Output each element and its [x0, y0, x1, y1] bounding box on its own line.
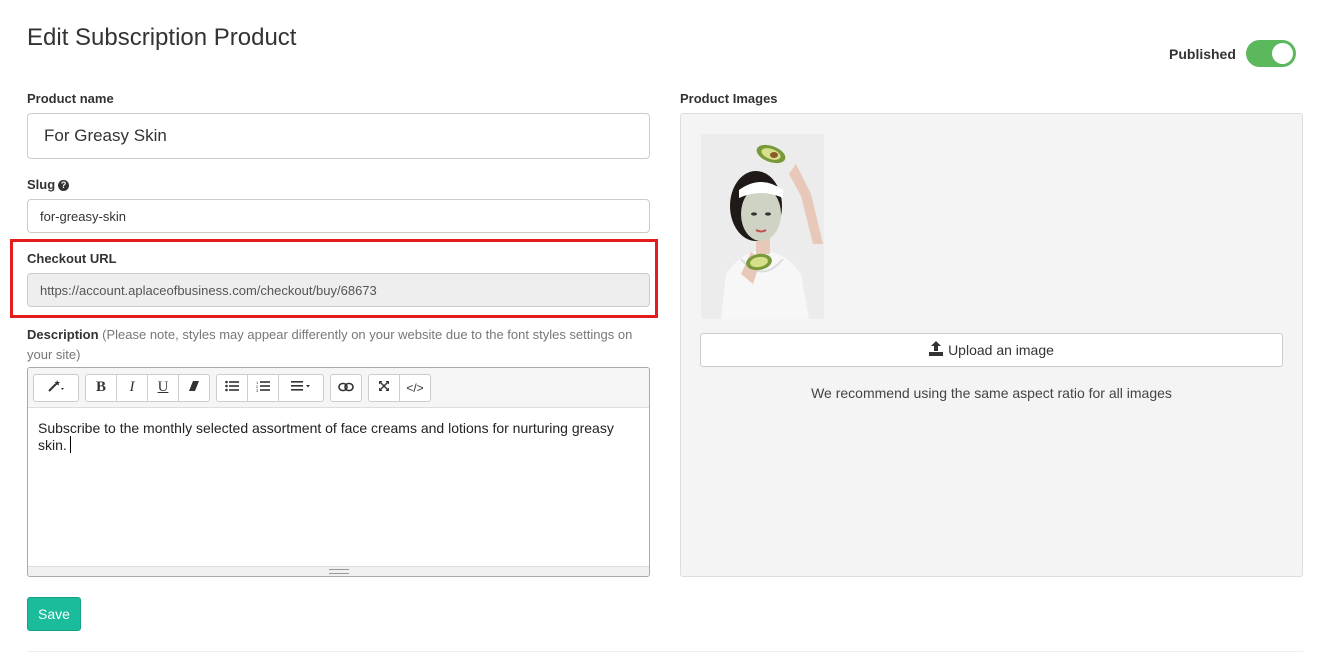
description-hint: (Please note, styles may appear differen… [27, 327, 633, 362]
published-toggle[interactable] [1245, 40, 1296, 67]
description-label: Description (Please note, styles may app… [27, 325, 650, 365]
page-title: Edit Subscription Product [27, 24, 297, 51]
description-text: Subscribe to the monthly selected assort… [38, 420, 614, 453]
product-images-label: Product Images [680, 91, 778, 106]
product-name-input[interactable]: For Greasy Skin [27, 113, 650, 159]
code-view-button[interactable]: </> [399, 373, 431, 402]
svg-text:3: 3 [256, 388, 259, 392]
text-caret [69, 436, 71, 453]
description-label-text: Description [27, 327, 99, 342]
link-button[interactable] [330, 373, 362, 402]
slug-label: Slug? [27, 177, 70, 192]
resize-grip-icon [328, 569, 349, 574]
clear-format-button[interactable] [178, 373, 210, 402]
fullscreen-button[interactable] [368, 373, 400, 402]
publish-status: Published [1169, 40, 1296, 67]
toggle-knob [1271, 43, 1293, 64]
product-image-thumbnail[interactable] [701, 134, 824, 319]
unordered-list-icon [225, 380, 239, 395]
editor-resize-handle[interactable] [28, 566, 649, 576]
align-button[interactable] [278, 373, 324, 402]
eraser-icon [188, 380, 200, 395]
upload-image-label: Upload an image [948, 342, 1054, 358]
style-button[interactable] [33, 373, 79, 402]
upload-icon [929, 341, 944, 359]
divider [27, 651, 1303, 652]
ordered-list-button[interactable]: 123 [247, 373, 279, 402]
checkout-url-value: https://account.aplaceofbusiness.com/che… [40, 282, 377, 298]
magic-wand-icon [47, 379, 65, 396]
description-editor: B I U 123 </> Subscribe to the monthly s… [27, 367, 650, 577]
question-circle-icon[interactable]: ? [58, 180, 70, 191]
save-button[interactable]: Save [27, 597, 81, 631]
description-content[interactable]: Subscribe to the monthly selected assort… [28, 408, 649, 465]
align-icon [291, 380, 311, 395]
italic-button[interactable]: I [116, 373, 148, 402]
product-name-value: For Greasy Skin [44, 126, 167, 145]
checkout-url-field[interactable]: https://account.aplaceofbusiness.com/che… [27, 273, 650, 307]
ordered-list-icon: 123 [256, 380, 270, 395]
product-images-panel: Upload an image We recommend using the s… [680, 113, 1303, 577]
aspect-ratio-note: We recommend using the same aspect ratio… [811, 385, 1172, 401]
slug-input[interactable]: for-greasy-skin [27, 199, 650, 233]
editor-toolbar: B I U 123 </> [28, 368, 649, 408]
link-icon [338, 380, 354, 395]
slug-label-text: Slug [27, 177, 56, 192]
slug-value: for-greasy-skin [40, 208, 126, 224]
published-label: Published [1169, 45, 1236, 62]
checkout-url-label: Checkout URL [27, 251, 117, 266]
bold-button[interactable]: B [85, 373, 117, 402]
upload-image-button[interactable]: Upload an image [700, 333, 1283, 367]
product-name-label: Product name [27, 91, 114, 106]
expand-icon [378, 380, 390, 395]
unordered-list-button[interactable] [216, 373, 248, 402]
underline-button[interactable]: U [147, 373, 179, 402]
